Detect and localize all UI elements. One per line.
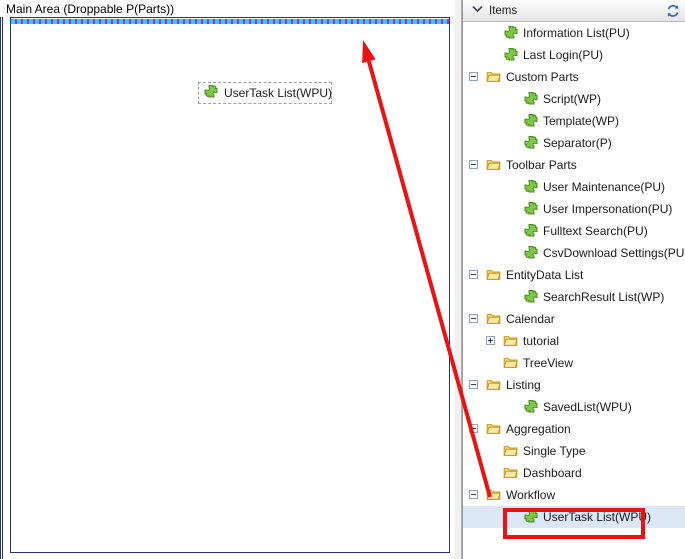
refresh-icon[interactable]: [665, 3, 681, 19]
collapse-icon[interactable]: [469, 490, 478, 499]
tree-item[interactable]: tutorial: [463, 330, 685, 352]
tree-item-label: Listing: [506, 378, 541, 392]
tree-item[interactable]: Separator(P): [463, 132, 685, 154]
tree-item-label: Information List(PU): [523, 26, 630, 40]
tree-item[interactable]: Workflow: [463, 484, 685, 506]
collapse-icon[interactable]: [469, 424, 478, 433]
folder-icon: [486, 421, 502, 437]
puzzle-piece-icon: [523, 91, 539, 107]
items-panel-title: Items: [489, 4, 518, 17]
dropped-part-usertask-list[interactable]: UserTask List(WPU): [198, 82, 332, 104]
tree-item-label: Script(WP): [543, 92, 601, 106]
collapse-icon[interactable]: [469, 380, 478, 389]
tree-item-label: Toolbar Parts: [506, 158, 577, 172]
tree-item[interactable]: Last Login(PU): [463, 44, 685, 66]
tree-item[interactable]: UserTask List(WPU): [463, 506, 685, 528]
expand-icon[interactable]: [486, 336, 495, 345]
tree-item[interactable]: Listing: [463, 374, 685, 396]
tree-item[interactable]: EntityData List: [463, 264, 685, 286]
tree-item-label: SearchResult List(WP): [543, 290, 665, 304]
folder-icon: [486, 311, 502, 327]
puzzle-piece-icon: [523, 289, 539, 305]
tree-item[interactable]: Calendar: [463, 308, 685, 330]
folder-icon: [503, 465, 519, 481]
puzzle-piece-icon: [523, 399, 539, 415]
folder-icon: [486, 267, 502, 283]
tree-item[interactable]: Dashboard: [463, 462, 685, 484]
main-area: Main Area (Droppable P(Parts)) UserTask …: [0, 0, 455, 559]
tree-item-label: Workflow: [506, 488, 556, 502]
tree-item[interactable]: Script(WP): [463, 88, 685, 110]
items-panel: Items Information List(PU) Last Login(PU)…: [462, 0, 685, 559]
droppable-band[interactable]: [11, 19, 449, 24]
folder-icon: [486, 487, 502, 503]
tree-item-label: Custom Parts: [506, 70, 579, 84]
puzzle-piece-icon: [203, 84, 219, 103]
puzzle-piece-icon: [503, 25, 519, 41]
folder-icon: [503, 333, 519, 349]
tree-item[interactable]: Template(WP): [463, 110, 685, 132]
collapse-icon[interactable]: [469, 72, 478, 81]
puzzle-piece-icon: [523, 245, 539, 261]
folder-icon: [503, 355, 519, 371]
tree-item-label: Single Type: [523, 444, 586, 458]
panel-splitter[interactable]: [455, 0, 462, 559]
tree-item-label: CsvDownload Settings(PU): [543, 246, 685, 260]
tree-item-label: Last Login(PU): [523, 48, 604, 62]
tree-item[interactable]: Single Type: [463, 440, 685, 462]
tree-item-label: EntityData List: [506, 268, 584, 282]
dropped-part-label: UserTask List(WPU): [224, 86, 333, 100]
tree-item-label: Fulltext Search(PU): [543, 224, 648, 238]
tree-item-label: User Maintenance(PU): [543, 180, 666, 194]
tree-item[interactable]: Information List(PU): [463, 22, 685, 44]
tree-item-label: TreeView: [523, 356, 574, 370]
tree-item-label: Aggregation: [506, 422, 571, 436]
folder-icon: [486, 157, 502, 173]
puzzle-piece-icon: [523, 179, 539, 195]
puzzle-piece-icon: [523, 113, 539, 129]
tree-item[interactable]: SearchResult List(WP): [463, 286, 685, 308]
page-title: Main Area (Droppable P(Parts)): [6, 2, 175, 16]
tree-item-label: User Impersonation(PU): [543, 202, 673, 216]
tree-item-label: Dashboard: [523, 466, 582, 480]
puzzle-piece-icon: [503, 47, 519, 63]
tree-item-label: SavedList(WPU): [543, 400, 632, 414]
items-tree[interactable]: Information List(PU) Last Login(PU) Custom…: [463, 22, 685, 559]
tree-item[interactable]: Custom Parts: [463, 66, 685, 88]
items-panel-header[interactable]: Items: [463, 0, 685, 22]
collapse-icon[interactable]: [469, 314, 478, 323]
tree-item[interactable]: CsvDownload Settings(PU): [463, 242, 685, 264]
tree-item-label: tutorial: [523, 334, 560, 348]
tree-item[interactable]: Aggregation: [463, 418, 685, 440]
tree-item[interactable]: Fulltext Search(PU): [463, 220, 685, 242]
puzzle-piece-icon: [523, 509, 539, 525]
tree-item[interactable]: SavedList(WPU): [463, 396, 685, 418]
puzzle-piece-icon: [523, 135, 539, 151]
folder-icon: [486, 69, 502, 85]
folder-icon: [503, 443, 519, 459]
tree-item[interactable]: User Maintenance(PU): [463, 176, 685, 198]
tree-item[interactable]: User Impersonation(PU): [463, 198, 685, 220]
tree-item[interactable]: Toolbar Parts: [463, 154, 685, 176]
tree-item-label: UserTask List(WPU): [543, 510, 652, 524]
left-edge-bar: [0, 17, 3, 559]
tree-item-label: Separator(P): [543, 136, 612, 150]
tree-item-label: Calendar: [506, 312, 555, 326]
tree-item[interactable]: TreeView: [463, 352, 685, 374]
puzzle-piece-icon: [523, 201, 539, 217]
chevron-down-icon[interactable]: [469, 5, 485, 16]
collapse-icon[interactable]: [469, 270, 478, 279]
puzzle-piece-icon: [523, 223, 539, 239]
folder-icon: [486, 377, 502, 393]
collapse-icon[interactable]: [469, 160, 478, 169]
tree-item-label: Template(WP): [543, 114, 620, 128]
